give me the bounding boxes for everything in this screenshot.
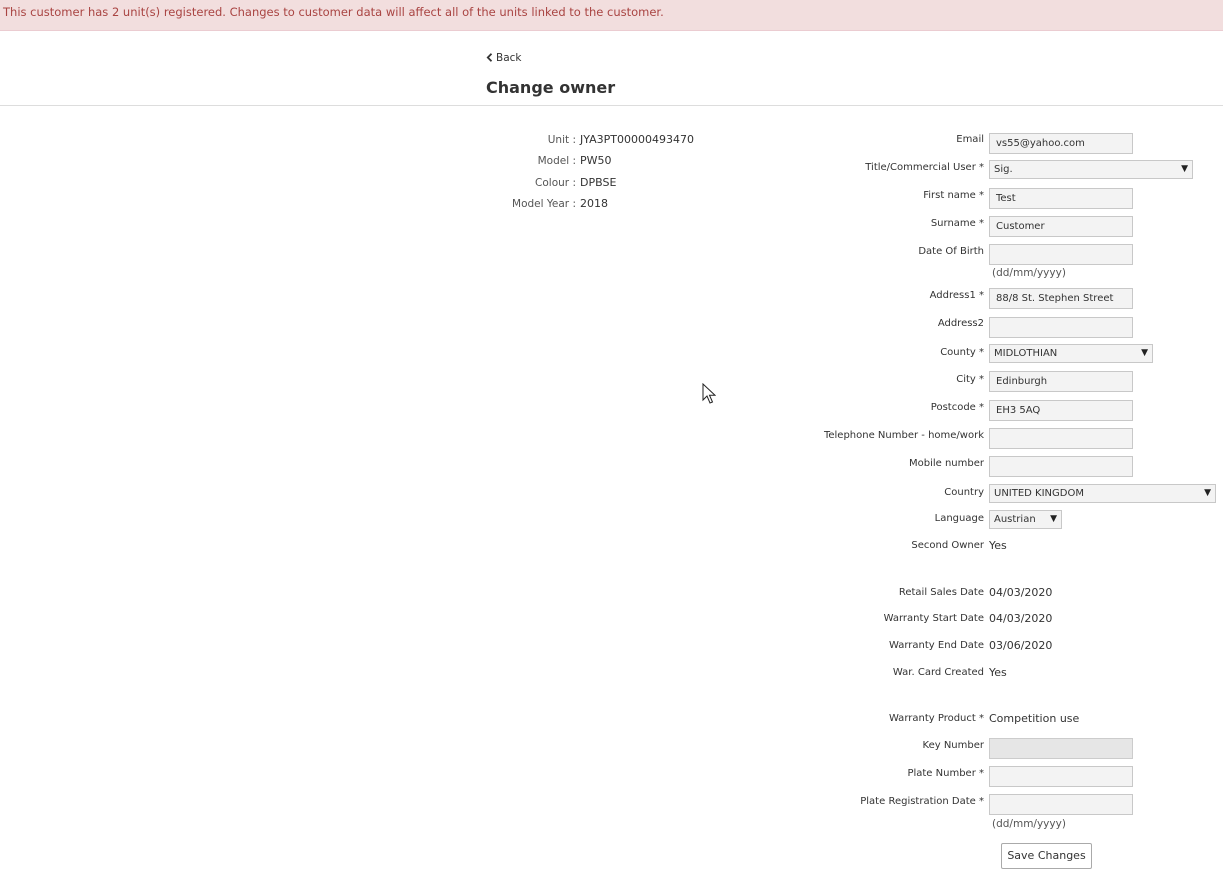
key-number-field (989, 738, 1133, 759)
model-value: PW50 (580, 154, 612, 167)
language-label: Language (934, 513, 984, 524)
caret-down-icon: ▼ (1181, 164, 1188, 174)
plate-number-field[interactable] (989, 766, 1133, 787)
title-label: Title/Commercial User * (865, 162, 984, 173)
title-select[interactable]: Sig. ▼ (989, 160, 1193, 179)
chevron-left-icon (486, 53, 493, 62)
address2-field[interactable] (989, 317, 1133, 338)
caret-down-icon: ▼ (1141, 348, 1148, 358)
address1-label: Address1 * (929, 290, 984, 301)
model-year-value: 2018 (580, 197, 608, 210)
postcode-field[interactable]: EH3 5AQ (989, 400, 1133, 421)
retail-sales-date-value: 04/03/2020 (989, 586, 1053, 599)
email-label: Email (956, 134, 984, 145)
warranty-start-value: 04/03/2020 (989, 612, 1053, 625)
surname-field[interactable]: Customer (989, 216, 1133, 237)
retail-sales-date-label: Retail Sales Date (898, 587, 984, 598)
page-title: Change owner (486, 78, 616, 97)
back-label: Back (496, 52, 522, 64)
telephone-label: Telephone Number - home/work (823, 430, 984, 441)
title-select-value: Sig. (994, 164, 1013, 175)
warranty-end-label: Warranty End Date (889, 640, 984, 651)
dob-label: Date Of Birth (918, 246, 984, 257)
address2-label: Address2 (937, 318, 984, 329)
colour-label: Colour : (535, 177, 576, 189)
war-card-label: War. Card Created (892, 667, 984, 678)
plate-number-label: Plate Number * (907, 768, 984, 779)
save-changes-button[interactable]: Save Changes (1001, 843, 1092, 869)
first-name-label: First name * (923, 190, 984, 201)
city-label: City * (956, 374, 984, 385)
county-label: County * (940, 347, 984, 358)
first-name-field[interactable]: Test (989, 188, 1133, 209)
mouse-pointer-icon (702, 383, 716, 404)
warranty-end-value: 03/06/2020 (989, 639, 1053, 652)
county-select[interactable]: MIDLOTHIAN ▼ (989, 344, 1153, 363)
country-select-value: UNITED KINGDOM (994, 488, 1084, 499)
warranty-start-label: Warranty Start Date (883, 613, 984, 624)
warranty-product-label: Warranty Product * (888, 713, 984, 724)
header-divider (0, 105, 1223, 106)
unit-value: JYA3PT00000493470 (580, 133, 694, 146)
caret-down-icon: ▼ (1050, 514, 1057, 524)
second-owner-label: Second Owner (911, 540, 984, 551)
address1-field[interactable]: 88/8 St. Stephen Street (989, 288, 1133, 309)
key-number-label: Key Number (922, 740, 984, 751)
surname-label: Surname * (930, 218, 984, 229)
mobile-label: Mobile number (908, 458, 984, 469)
alert-banner: This customer has 2 unit(s) registered. … (0, 0, 1223, 31)
country-select[interactable]: UNITED KINGDOM ▼ (989, 484, 1216, 503)
alert-message: This customer has 2 unit(s) registered. … (3, 5, 664, 19)
county-select-value: MIDLOTHIAN (994, 348, 1058, 359)
city-field[interactable]: Edinburgh (989, 371, 1133, 392)
war-card-value: Yes (989, 666, 1007, 679)
model-year-label: Model Year : (512, 198, 576, 210)
plate-reg-date-label: Plate Registration Date * (860, 796, 984, 807)
plate-reg-date-field[interactable] (989, 794, 1133, 815)
unit-label: Unit : (547, 134, 576, 146)
dob-format-hint: (dd/mm/yyyy) (992, 267, 1066, 279)
language-select[interactable]: Austrian ▼ (989, 510, 1062, 529)
telephone-field[interactable] (989, 428, 1133, 449)
plate-reg-date-format-hint: (dd/mm/yyyy) (992, 818, 1066, 830)
dob-field[interactable] (989, 244, 1133, 265)
colour-value: DPBSE (580, 176, 617, 189)
country-label: Country (944, 487, 984, 498)
back-link[interactable]: Back (486, 52, 522, 64)
postcode-label: Postcode * (930, 402, 984, 413)
mobile-field[interactable] (989, 456, 1133, 477)
caret-down-icon: ▼ (1204, 488, 1211, 498)
email-field[interactable]: vs55@yahoo.com (989, 133, 1133, 154)
model-label: Model : (537, 155, 576, 167)
warranty-product-value: Competition use (989, 712, 1080, 725)
language-select-value: Austrian (994, 514, 1036, 525)
second-owner-value: Yes (989, 539, 1007, 552)
